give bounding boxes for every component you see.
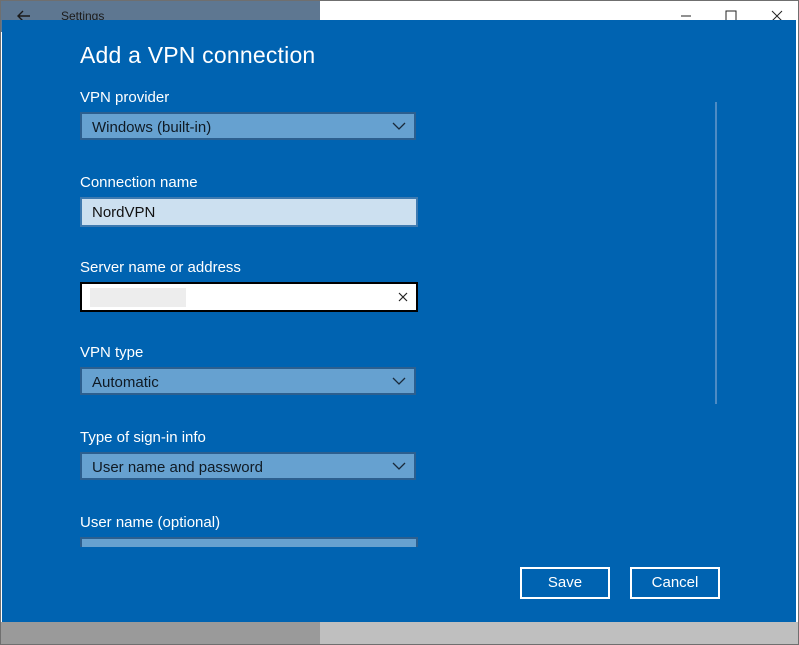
server-address-label: Server name or address <box>80 259 241 276</box>
chevron-down-icon <box>392 122 406 130</box>
user-name-label: User name (optional) <box>80 514 221 531</box>
add-vpn-dialog: Add a VPN connection VPN provider Window… <box>2 20 796 622</box>
vpn-provider-select[interactable]: Windows (built-in) <box>80 112 416 140</box>
vpn-type-select[interactable]: Automatic <box>80 367 416 395</box>
connection-name-field[interactable]: NordVPN <box>80 197 418 227</box>
sign-in-type-label: Type of sign-in info <box>80 429 206 446</box>
connection-name-label: Connection name <box>80 174 198 191</box>
vpn-provider-value: Windows (built-in) <box>92 119 212 136</box>
dialog-title: Add a VPN connection <box>80 42 316 68</box>
chevron-down-icon <box>392 377 406 385</box>
user-name-field[interactable] <box>80 537 418 547</box>
save-button[interactable]: Save <box>520 567 610 599</box>
server-address-field[interactable] <box>80 282 418 312</box>
vpn-type-label: VPN type <box>80 344 144 361</box>
sign-in-type-select[interactable]: User name and password <box>80 452 416 480</box>
clear-icon[interactable] <box>396 290 410 304</box>
vpn-provider-label: VPN provider <box>80 89 170 106</box>
vpn-type-value: Automatic <box>92 374 159 391</box>
chevron-down-icon <box>392 462 406 470</box>
scrollbar[interactable] <box>715 102 717 404</box>
cancel-button[interactable]: Cancel <box>630 567 720 599</box>
sign-in-type-value: User name and password <box>92 459 263 476</box>
connection-name-value: NordVPN <box>92 204 156 221</box>
redacted-text <box>90 288 186 307</box>
